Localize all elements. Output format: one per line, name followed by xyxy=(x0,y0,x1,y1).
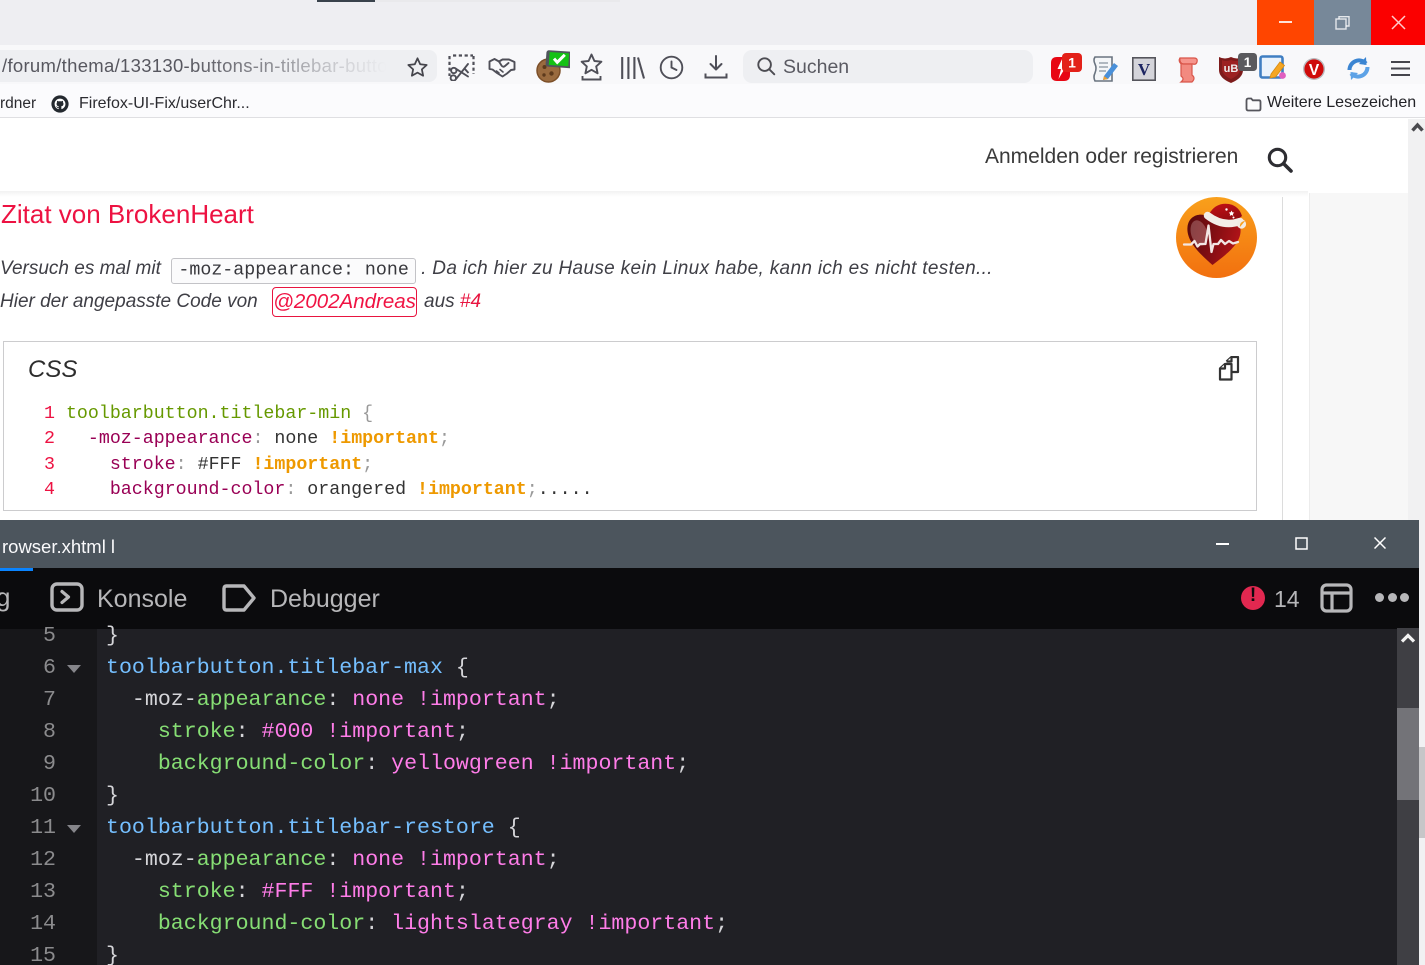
svg-text:V: V xyxy=(1309,62,1320,79)
svg-text:1: 1 xyxy=(1068,55,1076,71)
svg-text:V: V xyxy=(1138,60,1151,79)
svg-text:1: 1 xyxy=(1244,55,1252,70)
svg-text:uB: uB xyxy=(1224,63,1239,75)
